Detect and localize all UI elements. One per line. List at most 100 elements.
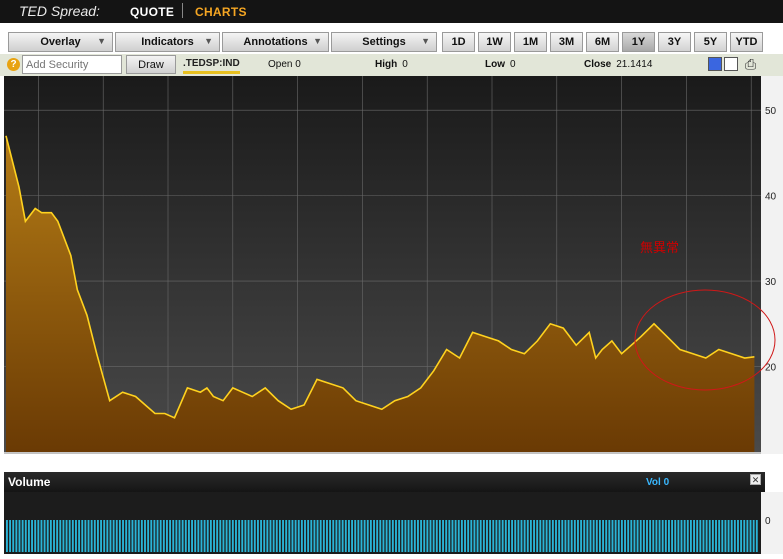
volume-bar: [84, 520, 87, 552]
volume-bar: [266, 520, 269, 552]
volume-bar: [454, 520, 457, 552]
volume-bar: [197, 520, 200, 552]
volume-bar: [357, 520, 360, 552]
volume-bar: [257, 520, 259, 552]
volume-bar: [580, 520, 583, 552]
add-security-input[interactable]: [22, 55, 122, 74]
volume-bar: [661, 520, 664, 552]
volume-title: Volume: [8, 475, 51, 489]
volume-bar: [489, 520, 492, 552]
settings-dropdown[interactable]: Settings ▼: [331, 32, 437, 52]
nav-quote[interactable]: QUOTE: [130, 5, 174, 19]
volume-bar: [627, 520, 630, 552]
volume-bar: [187, 520, 190, 552]
volume-bar: [467, 520, 470, 552]
volume-bar: [624, 520, 626, 552]
volume-bar: [6, 520, 8, 552]
volume-bar: [426, 520, 429, 552]
volume-bar: [555, 520, 557, 552]
volume-bar: [191, 520, 193, 552]
range-button-1d[interactable]: 1D: [442, 32, 475, 52]
print-icon[interactable]: ⎙: [745, 56, 756, 73]
range-button-ytd[interactable]: YTD: [730, 32, 763, 52]
volume-bar: [511, 520, 514, 552]
volume-bar: [319, 520, 322, 552]
blank-swatch-icon[interactable]: [724, 57, 738, 71]
indicators-dropdown[interactable]: Indicators ▼: [115, 32, 220, 52]
volume-bar: [705, 520, 708, 552]
volume-bar: [153, 520, 156, 552]
volume-bar: [523, 520, 526, 552]
volume-bar: [40, 520, 43, 552]
volume-bar: [329, 520, 332, 552]
volume-bar: [693, 520, 695, 552]
volume-bar: [21, 520, 24, 552]
volume-bar: [410, 520, 413, 552]
volume-bar: [520, 520, 523, 552]
volume-bar: [49, 520, 52, 552]
y-tick-label: 30: [765, 277, 777, 288]
ticker-tag[interactable]: .TEDSP:IND: [183, 58, 240, 74]
volume-bar: [442, 520, 444, 552]
close-icon[interactable]: ✕: [750, 474, 761, 485]
help-icon[interactable]: ?: [7, 58, 20, 71]
volume-bar: [222, 520, 225, 552]
volume-bar: [445, 520, 448, 552]
volume-bar: [131, 520, 134, 552]
range-button-3m[interactable]: 3M: [550, 32, 583, 52]
volume-bar: [486, 520, 488, 552]
volume-bar: [78, 520, 81, 552]
volume-bar: [737, 520, 739, 552]
volume-bar: [219, 520, 222, 552]
volume-bar: [27, 520, 30, 552]
range-button-5y[interactable]: 5Y: [694, 32, 727, 52]
color-swatch-icon[interactable]: [708, 57, 722, 71]
price-chart[interactable]: JulAugSepOctNovDec2011FebMarAprMayJun 20…: [0, 76, 783, 468]
overlay-dropdown[interactable]: Overlay ▼: [8, 32, 113, 52]
volume-bar: [247, 520, 250, 552]
chart-toolbar: Overlay ▼ Indicators ▼ Annotations ▼ Set…: [0, 23, 783, 54]
volume-bar: [479, 520, 482, 552]
volume-bar: [573, 520, 576, 552]
triangle-down-icon: ▼: [204, 36, 213, 46]
volume-bar: [316, 520, 319, 552]
volume-bar: [313, 520, 316, 552]
volume-bar: [473, 520, 476, 552]
volume-bar: [740, 520, 743, 552]
volume-bar: [206, 520, 209, 552]
range-button-3y[interactable]: 3Y: [658, 32, 691, 52]
volume-bar: [382, 520, 385, 552]
volume-bar: [241, 520, 244, 552]
draw-button[interactable]: Draw: [126, 55, 176, 74]
volume-bar: [551, 520, 554, 552]
volume-bar: [62, 520, 65, 552]
volume-bar: [385, 520, 388, 552]
volume-bar: [250, 520, 253, 552]
low-label: Low: [485, 59, 505, 70]
volume-bar: [9, 520, 12, 552]
range-button-1m[interactable]: 1M: [514, 32, 547, 52]
volume-bar: [203, 520, 206, 552]
range-button-1y[interactable]: 1Y: [622, 32, 655, 52]
volume-bar: [332, 520, 335, 552]
volume-bar: [37, 520, 40, 552]
volume-bar: [517, 520, 520, 552]
annotations-dropdown[interactable]: Annotations ▼: [222, 32, 329, 52]
volume-bar: [272, 520, 275, 552]
volume-bar: [103, 520, 106, 552]
range-button-1w[interactable]: 1W: [478, 32, 511, 52]
volume-bar: [278, 520, 281, 552]
range-button-6m[interactable]: 6M: [586, 32, 619, 52]
nav-charts[interactable]: CHARTS: [195, 5, 247, 19]
volume-bar: [674, 520, 677, 552]
volume-bar: [294, 520, 297, 552]
volume-bar: [150, 520, 153, 552]
close-label: Close: [584, 59, 612, 70]
volume-bar: [504, 520, 507, 552]
volume-bar: [533, 520, 535, 552]
volume-bar: [366, 520, 369, 552]
volume-bar: [696, 520, 699, 552]
open-value: 0: [295, 59, 301, 70]
volume-bar: [373, 520, 375, 552]
volume-bar: [209, 520, 212, 552]
